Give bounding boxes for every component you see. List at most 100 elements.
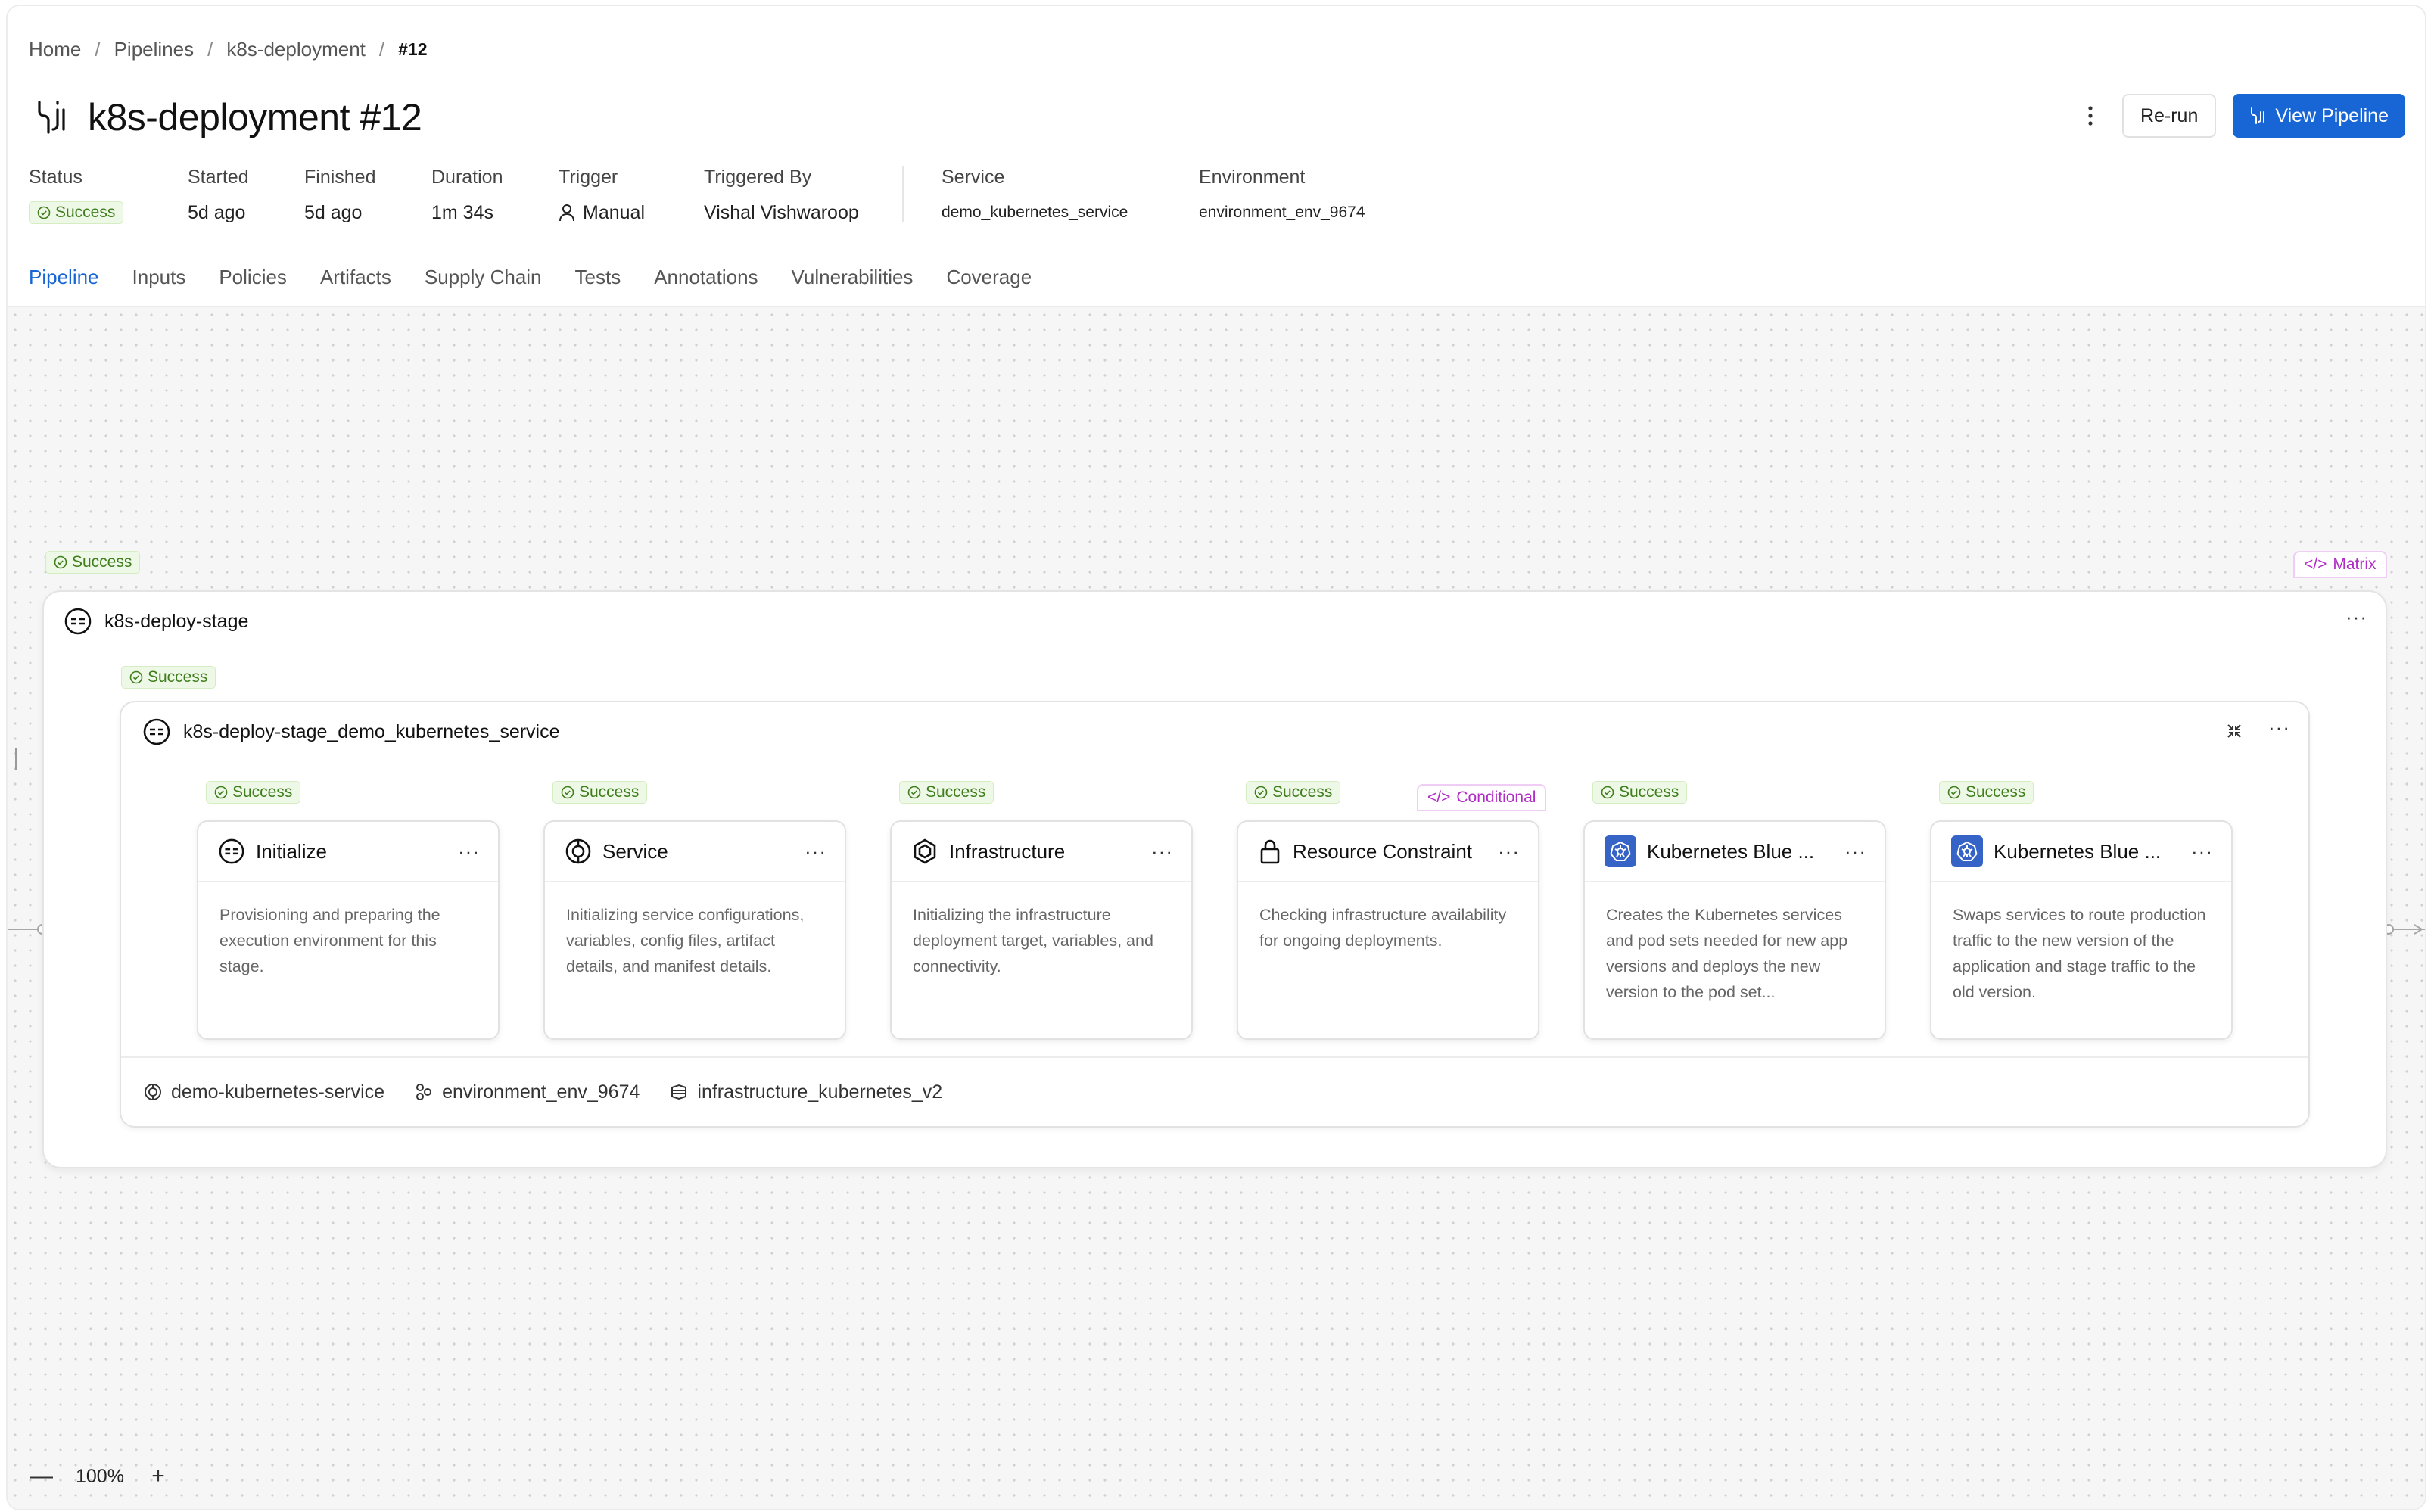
step-description: Creates the Kubernetes services and pod … xyxy=(1606,906,1848,1001)
meta-environment: Environment environment_env_9674 xyxy=(1199,166,1365,221)
check-circle-icon xyxy=(214,786,228,799)
meta-service: Service demo_kubernetes_service xyxy=(942,166,1128,221)
tab-annotations[interactable]: Annotations xyxy=(654,263,758,306)
step-name: Kubernetes Blue ... xyxy=(1647,839,1815,863)
check-circle-icon xyxy=(907,786,921,799)
meta-finished: Finished 5d ago xyxy=(304,166,376,223)
collapse-icon[interactable] xyxy=(2225,722,2243,740)
step-card-kubernetes-blue-green-2[interactable]: Kubernetes Blue ... ··· Swaps services t… xyxy=(1930,820,2233,1040)
breadcrumb-pipeline[interactable]: k8s-deployment xyxy=(226,38,366,61)
step-card-initialize[interactable]: Initialize ··· Provisioning and preparin… xyxy=(197,820,500,1040)
page-header: Home / Pipelines / k8s-deployment / #12 … xyxy=(8,6,2425,308)
tab-coverage[interactable]: Coverage xyxy=(946,263,1032,306)
step-description: Provisioning and preparing the execution… xyxy=(219,906,440,975)
check-circle-icon xyxy=(37,206,51,219)
tab-artifacts[interactable]: Artifacts xyxy=(320,263,391,306)
meta-started: Started 5d ago xyxy=(188,166,249,223)
tab-inputs[interactable]: Inputs xyxy=(132,263,186,306)
step-status-badge: Success xyxy=(552,781,648,804)
footer-environment: environment_env_9674 xyxy=(415,1081,640,1103)
service-icon xyxy=(565,838,592,865)
service-group-more-icon[interactable]: ··· xyxy=(2268,716,2290,739)
app-frame: Home / Pipelines / k8s-deployment / #12 … xyxy=(6,5,2426,1510)
tab-pipeline[interactable]: Pipeline xyxy=(29,263,99,308)
kubernetes-icon xyxy=(1951,835,1983,867)
infrastructure-icon xyxy=(911,838,938,865)
zoom-in-button[interactable]: + xyxy=(145,1464,171,1489)
more-options-icon[interactable] xyxy=(2075,95,2106,137)
step-more-icon[interactable]: ··· xyxy=(805,840,826,863)
tab-tests[interactable]: Tests xyxy=(575,263,621,306)
step-name: Infrastructure xyxy=(949,839,1066,863)
footer-service: demo-kubernetes-service xyxy=(144,1081,384,1103)
step-status-badge: Success xyxy=(1246,781,1341,804)
step-name: Kubernetes Blue ... xyxy=(1994,839,2162,863)
step-description: Initializing service configurations, var… xyxy=(566,906,805,975)
step-status-badge: Success xyxy=(206,781,301,804)
breadcrumb-pipelines[interactable]: Pipelines xyxy=(114,38,195,61)
step-status-badge: Success xyxy=(1592,781,1688,804)
step-more-icon[interactable]: ··· xyxy=(458,840,480,863)
status-badge: Success xyxy=(29,201,124,224)
step-name: Service xyxy=(602,839,668,863)
view-pipeline-label: View Pipeline xyxy=(2275,104,2389,126)
stage-icon xyxy=(142,717,171,746)
check-circle-icon xyxy=(1601,786,1614,799)
title-row: k8s-deployment #12 xyxy=(35,95,422,139)
tab-vulnerabilities[interactable]: Vulnerabilities xyxy=(792,263,914,306)
service-icon xyxy=(145,1084,161,1100)
step-description: Checking infrastructure availability for… xyxy=(1259,906,1507,950)
meta-trigger: Trigger Manual xyxy=(559,166,645,223)
step-card-resource-constraint[interactable]: Resource Constraint ··· Checking infrast… xyxy=(1237,820,1539,1040)
environment-icon xyxy=(416,1084,432,1100)
step-status-badge: Success xyxy=(1939,781,2034,804)
code-icon: </> xyxy=(1427,789,1451,806)
step-more-icon[interactable]: ··· xyxy=(1844,840,1866,863)
step-more-icon[interactable]: ··· xyxy=(1498,840,1520,863)
check-circle-icon xyxy=(54,555,67,569)
lock-icon xyxy=(1258,838,1282,865)
page-title: k8s-deployment #12 xyxy=(88,96,422,138)
check-circle-icon xyxy=(1254,786,1268,799)
infrastructure-icon xyxy=(671,1084,687,1100)
meta-duration: Duration 1m 34s xyxy=(431,166,503,223)
breadcrumb: Home / Pipelines / k8s-deployment / #12 xyxy=(29,38,428,61)
breadcrumb-home[interactable]: Home xyxy=(29,38,81,61)
step-name: Resource Constraint xyxy=(1293,839,1472,863)
view-pipeline-button[interactable]: View Pipeline xyxy=(2233,94,2405,138)
service-group-footer: demo-kubernetes-service environment_env_… xyxy=(121,1056,2308,1126)
step-more-icon[interactable]: ··· xyxy=(1151,840,1173,863)
pipeline-canvas[interactable]: Success </> Matrix k8s-deploy-stage ··· … xyxy=(8,306,2425,1509)
meta-triggered-by: Triggered By Vishal Vishwaroop xyxy=(704,166,859,223)
breadcrumb-separator: / xyxy=(207,38,213,61)
kubernetes-icon xyxy=(1605,835,1636,867)
step-description: Swaps services to route production traff… xyxy=(1953,906,2206,1001)
service-group-name: k8s-deploy-stage_demo_kubernetes_service xyxy=(183,720,560,742)
zoom-out-button[interactable]: — xyxy=(29,1464,54,1489)
step-more-icon[interactable]: ··· xyxy=(2191,840,2213,863)
breadcrumb-current: #12 xyxy=(398,39,428,59)
meta-divider xyxy=(902,166,904,222)
check-circle-icon xyxy=(561,786,574,799)
step-card-infrastructure[interactable]: Infrastructure ··· Initializing the infr… xyxy=(890,820,1193,1040)
inner-status-badge: Success xyxy=(121,666,216,689)
stage-more-icon[interactable]: ··· xyxy=(2345,605,2367,629)
rerun-button[interactable]: Re-run xyxy=(2121,94,2217,138)
user-icon xyxy=(559,204,575,222)
zoom-level: 100% xyxy=(76,1465,124,1487)
initialize-icon xyxy=(218,838,245,865)
service-group-title: k8s-deploy-stage_demo_kubernetes_service xyxy=(142,717,560,746)
tab-policies[interactable]: Policies xyxy=(219,263,287,306)
step-description: Initializing the infrastructure deployme… xyxy=(913,906,1153,975)
tab-supply-chain[interactable]: Supply Chain xyxy=(425,263,542,306)
breadcrumb-separator: / xyxy=(95,38,101,61)
meta-label: Status xyxy=(29,166,82,188)
step-status-badge: Success xyxy=(899,781,994,804)
header-actions: Re-run View Pipeline xyxy=(2075,94,2405,138)
step-card-service[interactable]: Service ··· Initializing service configu… xyxy=(543,820,846,1040)
matrix-tag: </> Matrix xyxy=(2293,551,2387,578)
pipeline-icon xyxy=(2249,106,2266,126)
step-card-kubernetes-blue-green-1[interactable]: Kubernetes Blue ... ··· Creates the Kube… xyxy=(1583,820,1886,1040)
stage-title: k8s-deploy-stage xyxy=(64,607,248,636)
conditional-tag: </> Conditional xyxy=(1417,784,1547,811)
